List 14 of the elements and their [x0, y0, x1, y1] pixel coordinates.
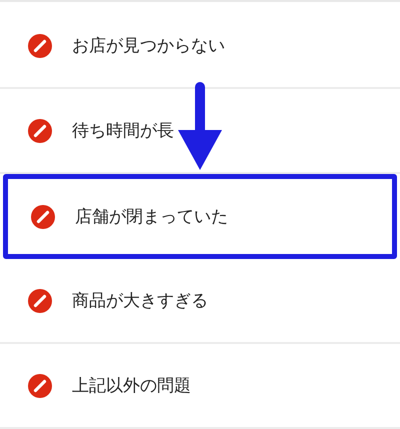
option-label: 待ち時間が長 [72, 120, 174, 142]
no-entry-icon [28, 288, 52, 312]
option-label: 商品が大きすぎる [72, 290, 208, 312]
no-entry-icon [31, 204, 55, 228]
option-label: 店舗が閉まっていた [75, 206, 228, 228]
option-label: お店が見つからない [72, 35, 225, 57]
no-entry-icon [28, 374, 52, 398]
option-label: 上記以外の問題 [72, 375, 191, 397]
no-entry-icon [28, 118, 52, 142]
option-row[interactable]: 商品が大きすぎる [0, 259, 400, 344]
option-row[interactable]: お店が見つからない [0, 4, 400, 89]
highlighted-option-row[interactable]: 店舗が閉まっていた [3, 174, 397, 259]
no-entry-icon [28, 34, 52, 58]
option-row[interactable]: 上記以外の問題 [0, 344, 400, 429]
